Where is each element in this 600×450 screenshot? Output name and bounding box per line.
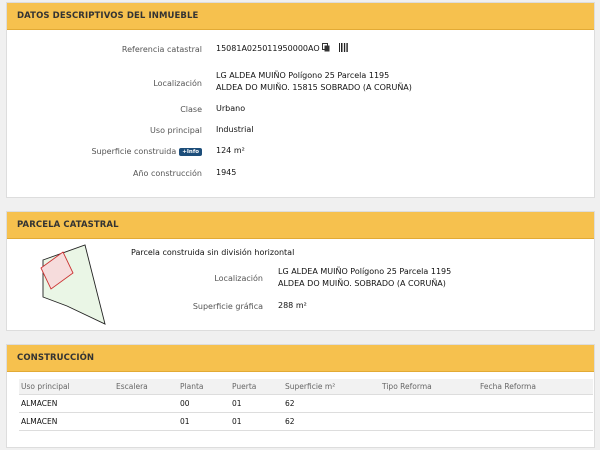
referencia-value: 15081A025011950000AO [216, 43, 348, 56]
cell-uso: ALMACEN [19, 412, 114, 431]
construccion-header: CONSTRUCCIÓN [7, 345, 594, 372]
cell-tipo-reforma [380, 412, 478, 431]
parcel-map[interactable] [33, 242, 113, 326]
cell-puerta: 01 [230, 394, 283, 413]
referencia-label: Referencia catastral [121, 45, 202, 54]
datos-descriptivos-header: DATOS DESCRIPTIVOS DEL INMUEBLE [7, 3, 594, 30]
datos-descriptivos-panel: DATOS DESCRIPTIVOS DEL INMUEBLE Referenc… [6, 2, 595, 198]
cell-puerta: 01 [230, 412, 283, 431]
col-escalera: Escalera [114, 379, 178, 395]
col-fecha-reforma: Fecha Reforma [478, 379, 593, 395]
localizacion-label: Localización [153, 79, 202, 88]
datos-descriptivos-title: DATOS DESCRIPTIVOS DEL INMUEBLE [17, 11, 199, 21]
cell-fecha-reforma [478, 412, 593, 431]
cell-tipo-reforma [380, 394, 478, 413]
localizacion-value-line1: LG ALDEA MUIÑO Polígono 25 Parcela 1195 [216, 71, 390, 80]
info-button[interactable]: +Info [179, 148, 202, 156]
superficie-construida-label: Superficie construida +Info [91, 147, 202, 156]
cell-escalera [114, 412, 178, 431]
parcela-catastral-header: PARCELA CATASTRAL [7, 212, 594, 239]
parcela-descripcion: Parcela construida sin división horizont… [131, 248, 295, 257]
cell-superficie: 62 [283, 412, 380, 431]
anio-construccion-value: 1945 [216, 168, 237, 177]
clase-value: Urbano [216, 104, 246, 113]
cell-planta: 00 [178, 394, 230, 413]
construccion-table: Uso principal Escalera Planta Puerta Sup… [19, 379, 593, 431]
construccion-panel: CONSTRUCCIÓN Uso principal Escalera Plan… [6, 344, 595, 448]
cell-escalera [114, 394, 178, 413]
table-row: ALMACEN 00 01 62 [19, 394, 593, 413]
clase-label: Clase [180, 105, 202, 114]
anio-construccion-label: Año construcción [133, 169, 202, 178]
cell-superficie: 62 [283, 394, 380, 413]
superficie-construida-text: Superficie construida [91, 147, 177, 156]
barcode-icon[interactable] [338, 43, 348, 56]
cell-uso: ALMACEN [19, 394, 114, 413]
parcela-catastral-title: PARCELA CATASTRAL [17, 220, 119, 230]
col-puerta: Puerta [230, 379, 283, 395]
parcela-localizacion-line1: LG ALDEA MUIÑO Polígono 25 Parcela 1195 [278, 267, 452, 276]
parcela-localizacion-line2: ALDEA DO MUIÑO. SOBRADO (A CORUÑA) [278, 279, 446, 288]
uso-principal-value: Industrial [216, 125, 254, 134]
table-row: ALMACEN 01 01 62 [19, 412, 593, 431]
construccion-title: CONSTRUCCIÓN [17, 353, 95, 363]
col-uso-principal: Uso principal [19, 379, 114, 395]
copy-icon[interactable] [322, 43, 330, 56]
parcela-catastral-panel: PARCELA CATASTRAL Parcela construida sin… [6, 211, 595, 331]
parcela-localizacion-label: Localización [214, 274, 263, 283]
superficie-construida-value: 124 m² [216, 146, 245, 155]
superficie-grafica-label: Superficie gráfica [192, 302, 263, 311]
cell-planta: 01 [178, 412, 230, 431]
col-planta: Planta [178, 379, 230, 395]
cell-fecha-reforma [478, 394, 593, 413]
referencia-text: 15081A025011950000AO [216, 44, 320, 53]
superficie-grafica-value: 288 m² [278, 301, 307, 310]
col-tipo-reforma: Tipo Reforma [380, 379, 478, 395]
table-header-row: Uso principal Escalera Planta Puerta Sup… [19, 379, 593, 395]
localizacion-value-line2: ALDEA DO MUIÑO. 15815 SOBRADO (A CORUÑA) [216, 83, 412, 92]
col-superficie: Superficie m² [283, 379, 380, 395]
uso-principal-label: Uso principal [150, 126, 202, 135]
